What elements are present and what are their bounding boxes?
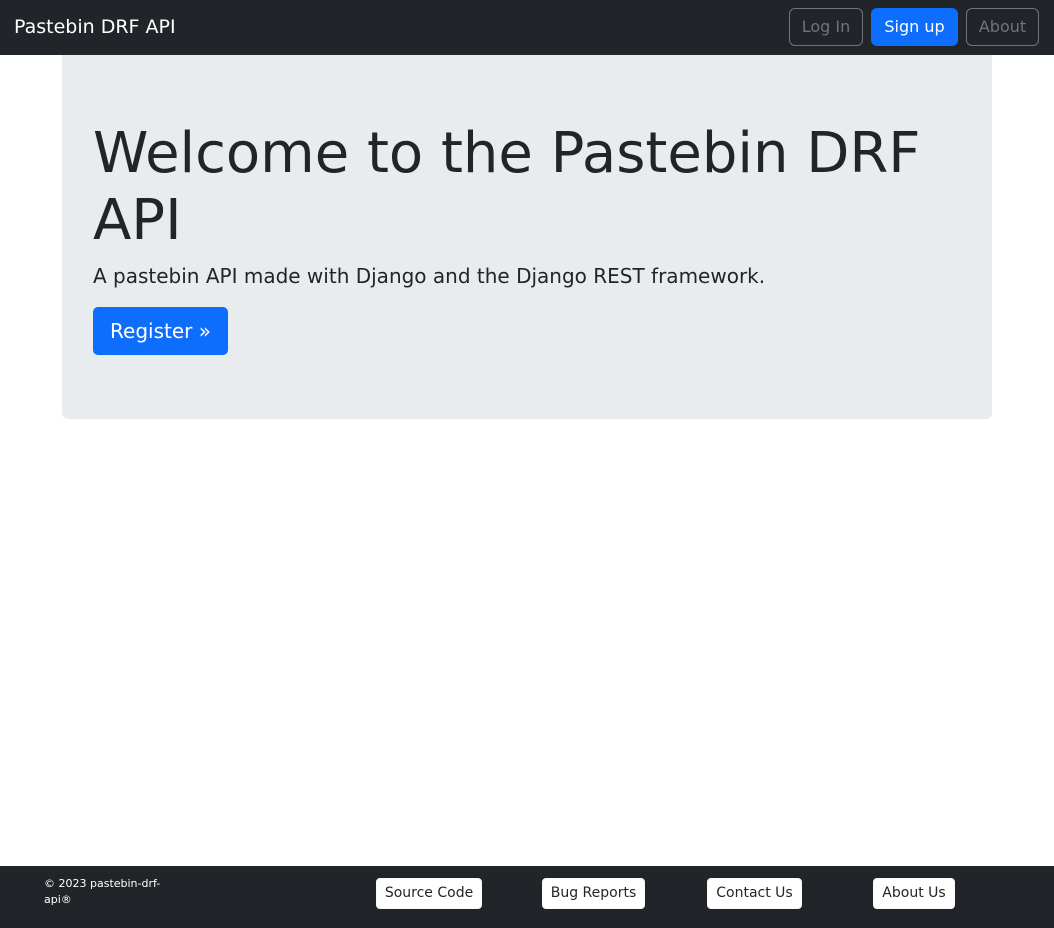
login-button[interactable]: Log In (789, 8, 863, 46)
brand-link[interactable]: Pastebin DRF API (14, 15, 176, 39)
register-button[interactable]: Register » (93, 307, 228, 355)
about-us-button[interactable]: About Us (873, 878, 955, 909)
hero-subtitle: A pastebin API made with Django and the … (93, 264, 766, 288)
about-button[interactable]: About (966, 8, 1039, 46)
top-navbar: Pastebin DRF API Log In Sign up About (0, 0, 1054, 55)
signup-button[interactable]: Sign up (871, 8, 958, 46)
copyright-text: © 2023 pastebin-drf-api® (44, 877, 161, 906)
bug-reports-button[interactable]: Bug Reports (542, 878, 645, 909)
contact-us-button[interactable]: Contact Us (707, 878, 802, 909)
page-footer: © 2023 pastebin-drf-api® Source Code Bug… (0, 866, 1054, 928)
source-code-button[interactable]: Source Code (376, 878, 482, 909)
hero-jumbotron: Welcome to the Pastebin DRF API A pasteb… (62, 55, 992, 419)
page-title: Welcome to the Pastebin DRF API (93, 121, 921, 253)
